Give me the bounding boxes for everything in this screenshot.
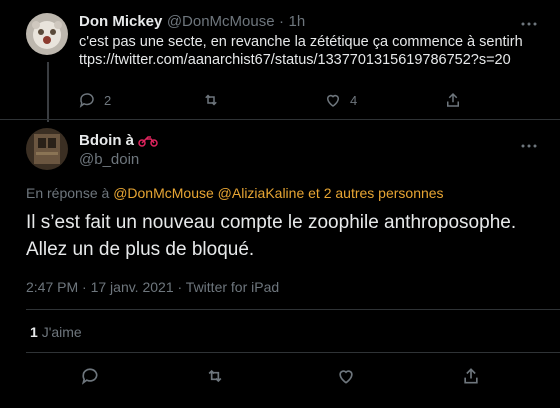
reply-button[interactable]: 2	[78, 91, 111, 109]
avatar-don-mickey[interactable]	[26, 13, 68, 55]
divider	[26, 309, 560, 310]
tweet2-text: Il s’est fait un nouveau compte le zooph…	[26, 212, 517, 260]
retweet-icon	[208, 369, 222, 383]
retweet-button[interactable]	[202, 91, 228, 109]
display-name[interactable]: Bdoin à	[79, 132, 134, 149]
share-icon	[464, 368, 478, 384]
heart-icon	[326, 94, 340, 107]
dot-separator: ·	[279, 13, 285, 30]
share-button[interactable]	[444, 91, 462, 109]
handle[interactable]: @DonMcMouse	[167, 13, 275, 30]
reply-icon	[81, 368, 98, 385]
like-label: J'aime	[41, 324, 82, 340]
more-dots-icon[interactable]	[520, 14, 538, 30]
like-count: 1	[30, 324, 38, 340]
mention-link[interactable]: @AliziaKaline	[218, 185, 305, 201]
avatar-bdoin[interactable]	[26, 128, 68, 170]
reply-context: En réponse à @DonMcMouse @AliziaKaline e…	[26, 185, 444, 201]
like-button[interactable]: 4	[324, 91, 357, 109]
share-button[interactable]	[461, 366, 481, 386]
tweet1-actions: 2 4	[78, 91, 468, 111]
divider	[26, 352, 560, 353]
heart-icon	[339, 370, 353, 384]
divider	[0, 119, 560, 120]
reply-button[interactable]	[80, 366, 100, 386]
reply-icon	[79, 93, 94, 108]
more-dots-icon[interactable]	[520, 136, 538, 152]
reply-prefix: En réponse à	[26, 185, 110, 201]
likes-summary[interactable]: 1 J'aime	[30, 324, 82, 340]
share-icon	[447, 92, 459, 107]
retweet-icon	[205, 94, 217, 106]
display-name[interactable]: Don Mickey	[79, 13, 162, 30]
handle[interactable]: @b_doin	[79, 151, 139, 168]
others-link[interactable]: et 2 autres personnes	[308, 185, 443, 201]
tweet1-text: c'est pas une secte, en revanche la zété…	[79, 34, 523, 68]
tweet2-actions	[80, 366, 480, 388]
tweet-time[interactable]: 1h	[288, 13, 305, 30]
mention-link[interactable]: @DonMcMouse	[113, 185, 214, 201]
reply-count: 2	[104, 92, 112, 108]
retweet-button[interactable]	[205, 366, 225, 386]
motorcycle-icon	[138, 135, 158, 147]
thread-connector	[47, 62, 49, 122]
timestamp[interactable]: 2:47 PM · 17 janv. 2021 · Twitter for iP…	[26, 279, 279, 295]
like-button[interactable]	[336, 366, 356, 386]
tweet1-header: Don Mickey @DonMcMouse · 1h	[79, 13, 305, 31]
like-count: 4	[350, 92, 358, 108]
author-name-row: Bdoin à	[79, 132, 158, 149]
